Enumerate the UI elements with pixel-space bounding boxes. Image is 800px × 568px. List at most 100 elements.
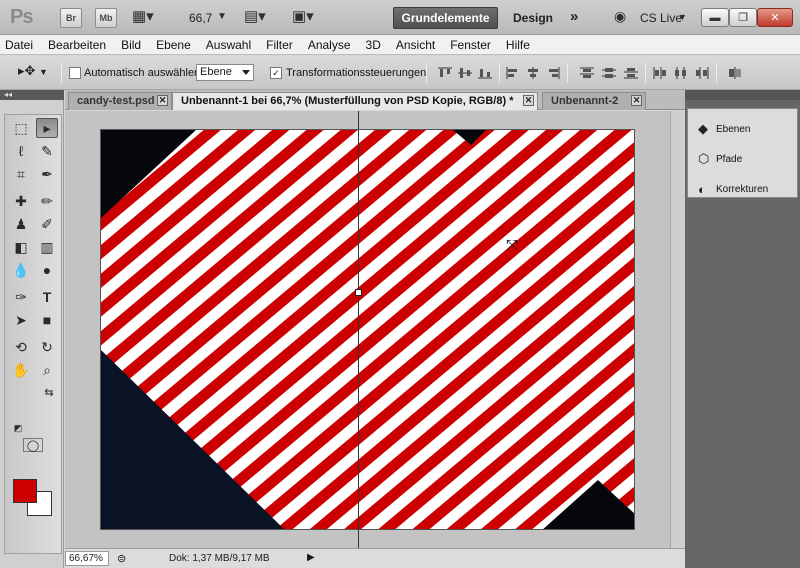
- workspace-design[interactable]: Design: [513, 11, 553, 25]
- dodge-tool-icon[interactable]: ●: [36, 260, 58, 280]
- restore-button[interactable]: ❐: [729, 8, 757, 27]
- distribute-right-icon[interactable]: [694, 66, 710, 80]
- menu-auswahl[interactable]: Auswahl: [206, 38, 251, 52]
- align-bottom-icon[interactable]: [477, 66, 493, 80]
- document-info[interactable]: Dok: 1,37 MB/9,17 MB: [169, 553, 270, 564]
- panel-dock-header[interactable]: [685, 90, 800, 100]
- tab-unbenannt-1[interactable]: Unbenannt-1 bei 66,7% (Musterfüllung von…: [172, 92, 538, 110]
- brush-tool-icon[interactable]: ✏: [36, 191, 58, 211]
- align-horizontal-center-icon[interactable]: [525, 66, 541, 80]
- path-selection-tool-icon[interactable]: ➤: [10, 310, 32, 330]
- cs-live-dropdown-icon[interactable]: ▼: [678, 12, 687, 22]
- mini-bridge-button[interactable]: Mb: [95, 8, 117, 28]
- distribute-left-icon[interactable]: [652, 66, 668, 80]
- cs-live-icon: ◉: [614, 8, 627, 24]
- pen-tool-icon[interactable]: ✑: [10, 287, 32, 307]
- quick-mask-icon[interactable]: ◯: [23, 438, 43, 452]
- menu-hilfe[interactable]: Hilfe: [506, 38, 530, 52]
- blur-tool-icon[interactable]: 💧: [10, 260, 32, 280]
- distribute-bottom-icon[interactable]: [623, 66, 639, 80]
- menu-filter[interactable]: Filter: [266, 38, 293, 52]
- minimize-button[interactable]: ▬: [701, 8, 729, 27]
- tab-label: candy-test.psd: [77, 95, 155, 107]
- document-window: [65, 111, 685, 548]
- tab-unbenannt-2[interactable]: Unbenannt-2 ✕: [542, 92, 646, 110]
- close-button[interactable]: ✕: [757, 8, 793, 27]
- auto-select-label: Automatisch auswählen:: [84, 67, 204, 79]
- close-icon[interactable]: ✕: [631, 95, 642, 106]
- zoom-tool-icon[interactable]: ⌕: [36, 360, 58, 380]
- menu-fenster[interactable]: Fenster: [450, 38, 491, 52]
- menu-ansicht[interactable]: Ansicht: [396, 38, 435, 52]
- menu-3d[interactable]: 3D: [366, 38, 381, 52]
- cs-live-label[interactable]: CS Live: [640, 11, 682, 25]
- marquee-tool-icon[interactable]: ⬚: [10, 118, 32, 138]
- separator: [567, 63, 568, 83]
- distribute-vertical-center-icon[interactable]: [601, 66, 617, 80]
- align-vertical-center-icon[interactable]: [457, 66, 473, 80]
- status-info-icon[interactable]: ⊜: [117, 552, 126, 565]
- default-colors-icon[interactable]: ◩: [7, 418, 29, 438]
- tab-label: Unbenannt-2: [551, 95, 619, 107]
- status-menu-arrow-icon[interactable]: ▶: [307, 552, 315, 563]
- gradient-tool-icon[interactable]: ▥: [36, 237, 58, 257]
- auto-select-checkbox[interactable]: [69, 67, 81, 79]
- align-right-icon[interactable]: [545, 66, 561, 80]
- tab-candy-test[interactable]: candy-test.psd ✕: [68, 92, 172, 110]
- menu-bearbeiten[interactable]: Bearbeiten: [48, 38, 106, 52]
- menu-analyse[interactable]: Analyse: [308, 38, 351, 52]
- tool-preset-picker[interactable]: ▸✥ ▼: [18, 63, 56, 83]
- foreground-color-swatch[interactable]: [13, 479, 37, 503]
- view-extras-icon[interactable]: ▦▾: [132, 7, 154, 25]
- crop-tool-icon[interactable]: ⌗: [10, 164, 32, 184]
- panel-label: Pfade: [716, 153, 743, 165]
- align-top-icon[interactable]: [437, 66, 453, 80]
- history-brush-tool-icon[interactable]: ✐: [36, 214, 58, 234]
- image-canvas[interactable]: [100, 129, 635, 530]
- distribute-horizontal-center-icon[interactable]: [673, 66, 689, 80]
- hand-tool-icon[interactable]: ✋: [10, 360, 32, 380]
- healing-brush-tool-icon[interactable]: ✚: [10, 191, 32, 211]
- close-icon[interactable]: ✕: [523, 95, 534, 106]
- eraser-tool-icon[interactable]: ◧: [10, 237, 32, 257]
- menu-datei[interactable]: Datei: [5, 38, 33, 52]
- panel-ebenen[interactable]: ◆ Ebenen: [698, 119, 750, 139]
- rectangle-tool-icon[interactable]: ■: [36, 310, 58, 330]
- zoom-level[interactable]: 66,7: [189, 11, 212, 25]
- move-tool-icon[interactable]: ▸: [36, 118, 58, 138]
- quick-selection-tool-icon[interactable]: ✎: [36, 141, 58, 161]
- panel-label: Korrekturen: [716, 183, 769, 195]
- eyedropper-tool-icon[interactable]: ✒: [36, 164, 58, 184]
- 3d-rotate-tool-icon[interactable]: ⟲: [10, 337, 32, 357]
- vertical-guide[interactable]: [358, 111, 359, 568]
- distribute-top-icon[interactable]: [579, 66, 595, 80]
- auto-select-dropdown[interactable]: Ebene: [196, 64, 254, 81]
- screen-mode-icon[interactable]: ▣▾: [292, 7, 314, 25]
- workspace-grundelemente[interactable]: Grundelemente: [393, 7, 498, 29]
- zoom-dropdown-icon[interactable]: ▼: [217, 11, 227, 22]
- type-tool-icon[interactable]: T: [36, 287, 58, 307]
- auto-align-layers-icon[interactable]: [727, 66, 743, 80]
- adjustments-icon: ◐: [698, 181, 706, 197]
- arrange-documents-icon[interactable]: ▤▾: [244, 7, 266, 25]
- move-cursor-icon: ⤧: [506, 237, 519, 254]
- align-left-icon[interactable]: [505, 66, 521, 80]
- panel-pfade[interactable]: ⬡ Pfade: [698, 149, 742, 169]
- zoom-field[interactable]: 66,67%: [65, 551, 109, 566]
- transform-handle[interactable]: [355, 289, 362, 296]
- close-icon[interactable]: ✕: [157, 95, 168, 106]
- bridge-button[interactable]: Br: [60, 8, 82, 28]
- swap-colors-icon[interactable]: ⇆: [38, 382, 60, 402]
- 3d-orbit-tool-icon[interactable]: ↻: [36, 337, 58, 357]
- menu-ebene[interactable]: Ebene: [156, 38, 191, 52]
- layers-icon: ◆: [698, 121, 708, 136]
- menu-bild[interactable]: Bild: [121, 38, 141, 52]
- clone-stamp-tool-icon[interactable]: ♟: [10, 214, 32, 234]
- more-workspaces-icon[interactable]: »: [570, 8, 578, 25]
- lasso-tool-icon[interactable]: ℓ: [10, 141, 32, 161]
- vertical-scrollbar[interactable]: [670, 111, 685, 548]
- separator: [499, 63, 500, 83]
- tools-panel-header[interactable]: ◂◂: [0, 90, 64, 100]
- transform-controls-checkbox[interactable]: ✓: [270, 67, 282, 79]
- panel-korrekturen[interactable]: ◐ Korrekturen: [698, 179, 768, 199]
